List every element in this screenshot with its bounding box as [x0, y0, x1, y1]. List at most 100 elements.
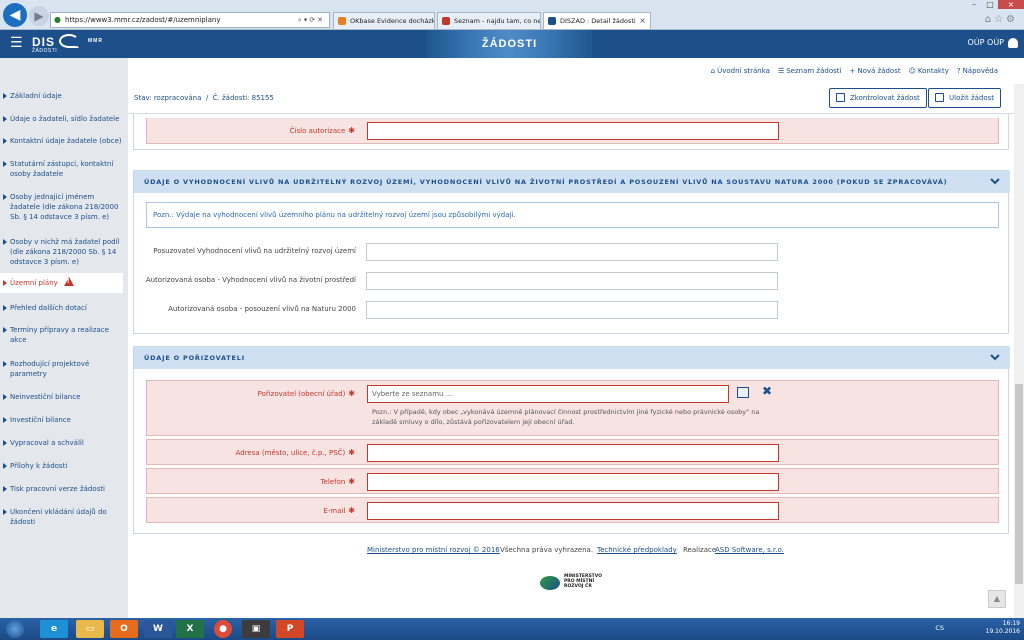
- top-link-list[interactable]: ☰ Seznam žádostí: [778, 67, 842, 75]
- authorization-input[interactable]: [367, 122, 779, 140]
- impact-section-header[interactable]: ÚDAJE O VYHODNOCENÍ VLIVŮ NA UDRŽITELNÝ …: [134, 171, 1010, 193]
- address-input[interactable]: [367, 444, 779, 462]
- minimize-icon[interactable]: –: [966, 0, 982, 9]
- select-list-icon[interactable]: [737, 387, 749, 398]
- logo-mmr: MMR: [88, 38, 103, 44]
- status-separator: /: [205, 94, 209, 102]
- sidebar-item-9[interactable]: Termíny přípravy a realizace akce: [0, 325, 123, 345]
- maximize-icon[interactable]: □: [982, 0, 998, 9]
- sidebar-item-label: Termíny přípravy a realizace akce: [10, 326, 109, 344]
- sidebar-item-13[interactable]: Vypracoval a schválil: [0, 438, 123, 448]
- user-menu[interactable]: OÚP OÚP: [968, 37, 1018, 49]
- top-link-help[interactable]: ? Nápověda: [957, 67, 998, 75]
- dis-logo[interactable]: DIS MMR ŽÁDOSTI: [32, 34, 102, 54]
- chevron-down-icon[interactable]: [990, 352, 1000, 362]
- sidebar-item-label: Statutární zástupci, kontaktní osoby žad…: [10, 160, 114, 178]
- top-link-plus[interactable]: + Nová žádost: [849, 67, 900, 75]
- sidebar-item-label: Údaje o žadateli, sídlo žadatele: [10, 115, 120, 123]
- forward-icon[interactable]: ▶: [29, 6, 49, 26]
- impact-field-label: Autorizovaná osoba - Vyhodnocení vlivů n…: [145, 276, 356, 284]
- save-request-button[interactable]: Uložit žádost: [928, 88, 1002, 108]
- chevron-down-icon[interactable]: [990, 176, 1000, 186]
- scroll-to-top-button[interactable]: ▲: [988, 590, 1006, 608]
- top-link-label: Kontakty: [917, 67, 949, 75]
- sidebar-item-2[interactable]: Údaje o žadateli, sídlo žadatele: [0, 114, 123, 124]
- impact-input-2[interactable]: [366, 272, 778, 290]
- clear-icon[interactable]: ✖: [762, 384, 772, 398]
- authorization-label: Číslo autorizace ✱: [289, 126, 355, 135]
- address-label: Adresa (město, ulice, č.p., PSČ) ✱: [235, 448, 355, 457]
- procurer-select[interactable]: Vyberte ze seznamu ...: [367, 385, 729, 403]
- close-window-icon[interactable]: ×: [998, 0, 1024, 9]
- sidebar-item-14[interactable]: Přílohy k žádosti: [0, 461, 123, 471]
- realizace-text: Realizace: [683, 546, 717, 554]
- sidebar-item-6[interactable]: Osoby v nichž má žadatel podíl (dle záko…: [0, 237, 123, 267]
- sidebar-item-11[interactable]: Neinvestiční bilance: [0, 392, 123, 402]
- language-indicator[interactable]: CS: [935, 624, 944, 632]
- chrome-taskbar-icon[interactable]: ●: [214, 620, 232, 638]
- mmr-logo-icon: [540, 576, 560, 590]
- sidebar-item-4[interactable]: Statutární zástupci, kontaktní osoby žad…: [0, 159, 123, 179]
- impact-section-title: ÚDAJE O VYHODNOCENÍ VLIVŮ NA UDRŽITELNÝ …: [144, 178, 948, 186]
- back-icon[interactable]: ◀: [3, 3, 27, 27]
- explorer-taskbar-icon[interactable]: ▭: [76, 620, 104, 638]
- browser-tab-seznam[interactable]: Seznam - najdu tam, co neznám: [437, 12, 541, 29]
- sidebar-item-7[interactable]: Územní plány: [0, 273, 123, 293]
- request-number: Č. žádosti: 85155: [212, 94, 274, 102]
- sidebar-item-label: Ukončení vkládání údajů do žádosti: [10, 508, 107, 526]
- email-input[interactable]: [367, 502, 779, 520]
- top-link-contacts[interactable]: ☺ Kontakty: [909, 67, 949, 75]
- sidebar-item-15[interactable]: Tisk pracovní verze žádosti: [0, 484, 123, 494]
- sidebar-item-label: Kontaktní údaje žadatele (obce): [10, 137, 122, 145]
- browser-tab-diszad[interactable]: DISZAD : Detail žádosti ×: [543, 12, 651, 29]
- tool-taskbar-icon[interactable]: ▣: [242, 620, 270, 638]
- impact-input-3[interactable]: [366, 301, 778, 319]
- app-taskbar-icon[interactable]: O: [110, 620, 138, 638]
- address-bar[interactable]: ● https://www3.mmr.cz/zadost/#/uzemnipla…: [50, 12, 330, 28]
- word-taskbar-icon[interactable]: W: [144, 620, 172, 638]
- sidebar-item-5[interactable]: Osoby jednající jménem žadatele (dle zák…: [0, 192, 123, 222]
- settings-icon[interactable]: ⚙: [1006, 14, 1018, 25]
- okbase-favicon-icon: [338, 17, 346, 25]
- vendor-link[interactable]: ASD Software, s.r.o.: [715, 546, 784, 554]
- powerpoint-taskbar-icon[interactable]: P: [276, 620, 304, 638]
- sidebar-item-10[interactable]: Rozhodující projektové parametry: [0, 359, 123, 379]
- lock-icon: ●: [54, 15, 61, 24]
- tech-link[interactable]: Technické předpoklady: [597, 546, 677, 554]
- check-request-button[interactable]: Zkontrolovat žádost: [829, 88, 927, 108]
- browser-chrome: ◀ ▶ ● https://www3.mmr.cz/zadost/#/uzemn…: [0, 0, 1024, 30]
- sidebar-item-1[interactable]: Základní údaje: [0, 91, 123, 101]
- procurer-select-row: Pořizovatel (obecní úřad) ✱ Vyberte ze se…: [146, 380, 999, 436]
- clock[interactable]: 16:19 19.10.2016: [986, 620, 1020, 636]
- procurer-section-header[interactable]: ÚDAJE O POŘIZOVATELI: [134, 347, 1010, 369]
- status-text: Stav: rozpracována / Č. žádosti: 85155: [134, 94, 274, 102]
- ie-taskbar-icon[interactable]: e: [40, 620, 68, 638]
- star-icon[interactable]: ☆: [994, 14, 1006, 25]
- procurer-select-label: Pořizovatel (obecní úřad) ✱: [257, 389, 355, 398]
- sidebar-item-3[interactable]: Kontaktní údaje žadatele (obce): [0, 136, 123, 146]
- sidebar-item-12[interactable]: Investiční bilance: [0, 415, 123, 425]
- ministry-link[interactable]: Ministerstvo pro místní rozvoj © 2016: [367, 546, 500, 554]
- plus-icon: +: [849, 67, 856, 75]
- sidebar-item-8[interactable]: Přehled dalších dotací: [0, 303, 123, 313]
- close-tab-icon[interactable]: ×: [639, 13, 646, 29]
- excel-taskbar-icon[interactable]: X: [176, 620, 204, 638]
- hamburger-menu-icon[interactable]: ☰: [10, 36, 23, 50]
- scrollbar-thumb[interactable]: [1015, 384, 1023, 584]
- home-browser-icon[interactable]: ⌂: [985, 14, 994, 25]
- sidebar-item-16[interactable]: Ukončení vkládání údajů do žádosti: [0, 507, 123, 527]
- impact-input-1[interactable]: [366, 243, 778, 261]
- address-controls-icon[interactable]: ⌕▾⟳✕: [298, 13, 325, 27]
- start-button-icon[interactable]: [6, 620, 24, 638]
- mmr-logo[interactable]: MINISTERSTVO PRO MÍSTNÍ ROZVOJ ČR: [540, 574, 610, 594]
- procurer-section-title: ÚDAJE O POŘIZOVATELI: [144, 354, 245, 362]
- top-link-home[interactable]: ⌂ Úvodní stránka: [711, 67, 770, 75]
- scrollbar[interactable]: [1014, 84, 1024, 618]
- sidebar-item-label: Vypracoval a schválil: [10, 439, 84, 447]
- clock-date: 19.10.2016: [985, 628, 1020, 635]
- phone-input[interactable]: [367, 473, 779, 491]
- impact-field-label: Autorizovaná osoba - posouzení vlivů na …: [168, 305, 356, 313]
- warning-icon: [63, 277, 74, 286]
- sidebar: Základní údaje Údaje o žadateli, sídlo ža…: [0, 58, 128, 618]
- browser-tab-okbase[interactable]: OKbase Evidence docházky: [333, 12, 435, 29]
